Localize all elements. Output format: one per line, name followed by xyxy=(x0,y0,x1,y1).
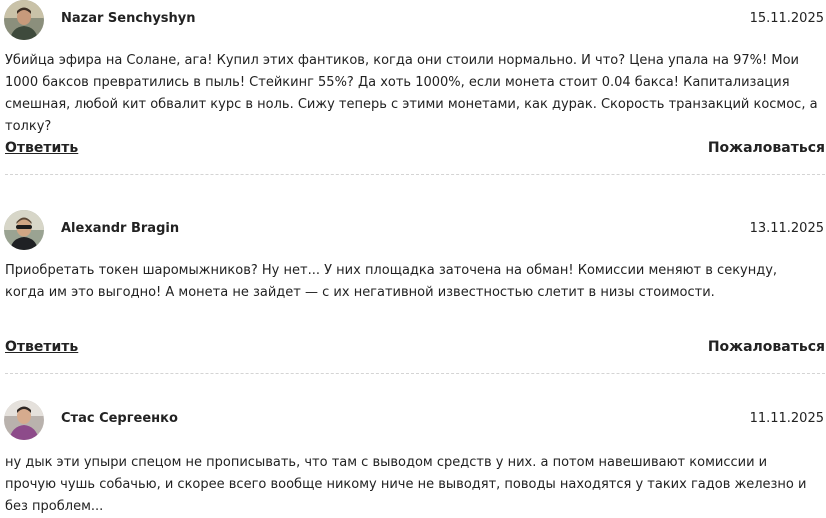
report-link[interactable]: Пожаловаться xyxy=(708,339,825,355)
comment-date: 11.11.2025 xyxy=(749,411,824,426)
reply-link[interactable]: Ответить xyxy=(5,339,78,355)
comment-header: Alexandr Bragin 13.11.2025 xyxy=(0,210,826,250)
comment-text: ну дык эти упыри спецом не прописывать, … xyxy=(5,455,807,514)
comment-text: Приобретать токен шаромыжников? Ну нет..… xyxy=(5,263,778,300)
comment-text: Убийца эфира на Солане, ага! Купил этих … xyxy=(5,53,818,134)
comment-header: Стас Сергеенко 11.11.2025 xyxy=(0,400,826,440)
comment-item: Nazar Senchyshyn 15.11.2025 Убийца эфира… xyxy=(0,0,826,175)
author-name: Alexandr Bragin xyxy=(61,221,180,236)
divider xyxy=(5,373,825,374)
avatar[interactable] xyxy=(4,400,44,440)
avatar[interactable] xyxy=(4,0,44,40)
author-name: Стас Сергеенко xyxy=(61,411,178,426)
report-link[interactable]: Пожаловаться xyxy=(708,140,825,156)
reply-link[interactable]: Ответить xyxy=(5,140,78,156)
avatar[interactable] xyxy=(4,210,44,250)
divider xyxy=(5,174,825,175)
comment-item: Alexandr Bragin 13.11.2025 Приобретать т… xyxy=(0,210,826,374)
comment-actions: Ответить Пожаловаться xyxy=(5,140,825,160)
comment-date: 13.11.2025 xyxy=(749,221,824,236)
author-name: Nazar Senchyshyn xyxy=(61,11,196,26)
comment-item: Стас Сергеенко 11.11.2025 ну дык эти упы… xyxy=(0,400,826,514)
comment-actions: Ответить Пожаловаться xyxy=(5,339,825,359)
comment-header: Nazar Senchyshyn 15.11.2025 xyxy=(0,0,826,40)
comment-date: 15.11.2025 xyxy=(749,11,824,26)
